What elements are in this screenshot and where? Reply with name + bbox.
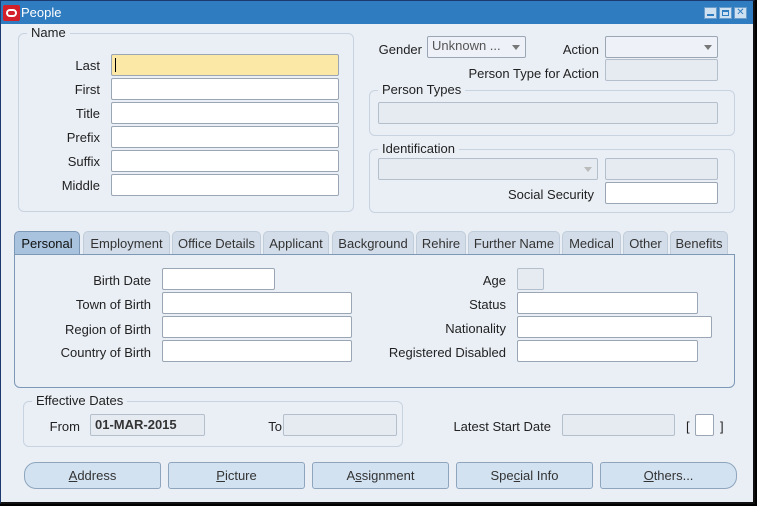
person-type-for-action-input[interactable] <box>605 59 718 81</box>
registered-disabled-input[interactable] <box>517 340 698 362</box>
region-of-birth-label: Region of Birth <box>65 322 151 337</box>
maximize-button[interactable] <box>719 7 732 19</box>
status-input[interactable] <box>517 292 698 314</box>
latest-start-date-label: Latest Start Date <box>453 419 551 434</box>
identification-type-select[interactable] <box>378 158 598 180</box>
region-of-birth-input[interactable] <box>162 316 352 338</box>
tab-further-name[interactable]: Further Name <box>468 231 560 255</box>
from-date-input[interactable]: 01-MAR-2015 <box>90 414 205 436</box>
person-type-for-action-label: Person Type for Action <box>468 66 599 81</box>
identification-legend: Identification <box>378 141 459 156</box>
others-button-label-post: thers... <box>653 468 694 483</box>
gender-value: Unknown ... <box>432 38 501 53</box>
status-label: Status <box>469 297 506 312</box>
assignment-button[interactable]: Assignment <box>312 462 449 489</box>
title-label: Title <box>75 106 100 121</box>
close-button[interactable]: ✕ <box>734 7 747 19</box>
social-security-input[interactable] <box>605 182 718 204</box>
action-select[interactable] <box>605 36 718 58</box>
address-button-label-post: ddress <box>77 468 117 483</box>
people-window: People ✕ Name Last First Title Prefix Su… <box>0 0 755 504</box>
action-label: Action <box>562 42 599 57</box>
picture-button[interactable]: Picture <box>168 462 305 489</box>
tab-medical[interactable]: Medical <box>562 231 621 255</box>
flexfield-input[interactable] <box>695 414 714 436</box>
assignment-button-label-pre: A <box>346 468 356 483</box>
town-of-birth-label: Town of Birth <box>75 297 151 312</box>
name-legend: Name <box>27 25 70 40</box>
to-date-input[interactable] <box>283 414 397 436</box>
prefix-input[interactable] <box>111 126 339 148</box>
identification-number-input[interactable] <box>605 158 718 180</box>
title-bar[interactable]: People ✕ <box>1 1 753 24</box>
person-types-legend: Person Types <box>378 82 466 97</box>
last-label: Last <box>75 58 100 73</box>
tab-office-details[interactable]: Office Details <box>172 231 261 255</box>
age-input[interactable] <box>517 268 544 290</box>
country-of-birth-input[interactable] <box>162 340 352 362</box>
registered-disabled-label: Registered Disabled <box>388 345 506 360</box>
tab-applicant[interactable]: Applicant <box>263 231 329 255</box>
prefix-label: Prefix <box>66 130 100 145</box>
tab-employment[interactable]: Employment <box>83 231 170 255</box>
tab-rehire[interactable]: Rehire <box>416 231 466 255</box>
suffix-input[interactable] <box>111 150 339 172</box>
tab-benefits[interactable]: Benefits <box>670 231 728 255</box>
chevron-down-icon <box>512 45 520 50</box>
bracket-open: [ <box>686 419 690 434</box>
nationality-label: Nationality <box>445 321 506 336</box>
address-button-mnemonic: A <box>68 468 78 483</box>
last-name-input[interactable] <box>111 54 339 76</box>
minimize-button[interactable] <box>704 7 717 19</box>
chevron-down-icon <box>584 167 592 172</box>
oracle-logo-icon <box>3 5 20 21</box>
person-types-input[interactable] <box>378 102 718 124</box>
birth-date-label: Birth Date <box>93 273 151 288</box>
window-title: People <box>21 5 62 20</box>
tab-background[interactable]: Background <box>332 231 414 255</box>
special-info-button[interactable]: Special Info <box>456 462 593 489</box>
country-of-birth-label: Country of Birth <box>60 345 151 360</box>
assignment-button-label-post: signment <box>361 468 415 483</box>
from-label: From <box>49 419 80 434</box>
others-button[interactable]: Others... <box>600 462 737 489</box>
social-security-label: Social Security <box>508 187 594 202</box>
first-label: First <box>74 82 100 97</box>
gender-label: Gender <box>378 42 422 57</box>
title-input[interactable] <box>111 102 339 124</box>
special-info-button-label-pre: Spe <box>490 468 514 483</box>
nationality-input[interactable] <box>517 316 712 338</box>
picture-button-label-post: icture <box>224 468 257 483</box>
suffix-label: Suffix <box>67 154 100 169</box>
effective-dates-legend: Effective Dates <box>32 393 128 408</box>
tab-other[interactable]: Other <box>623 231 668 255</box>
special-info-button-label-post: ial Info <box>520 468 559 483</box>
picture-button-mnemonic: P <box>216 468 225 483</box>
birth-date-input[interactable] <box>162 268 275 290</box>
latest-start-date-input[interactable] <box>562 414 675 436</box>
middle-name-input[interactable] <box>111 174 339 196</box>
to-label: To <box>268 419 282 434</box>
others-button-mnemonic: O <box>643 468 654 483</box>
bracket-close: ] <box>720 419 724 434</box>
chevron-down-icon <box>704 45 712 50</box>
gender-select[interactable]: Unknown ... <box>427 36 526 58</box>
middle-label: Middle <box>61 178 100 193</box>
town-of-birth-input[interactable] <box>162 292 352 314</box>
address-button[interactable]: Address <box>24 462 161 489</box>
first-name-input[interactable] <box>111 78 339 100</box>
age-label: Age <box>482 273 506 288</box>
